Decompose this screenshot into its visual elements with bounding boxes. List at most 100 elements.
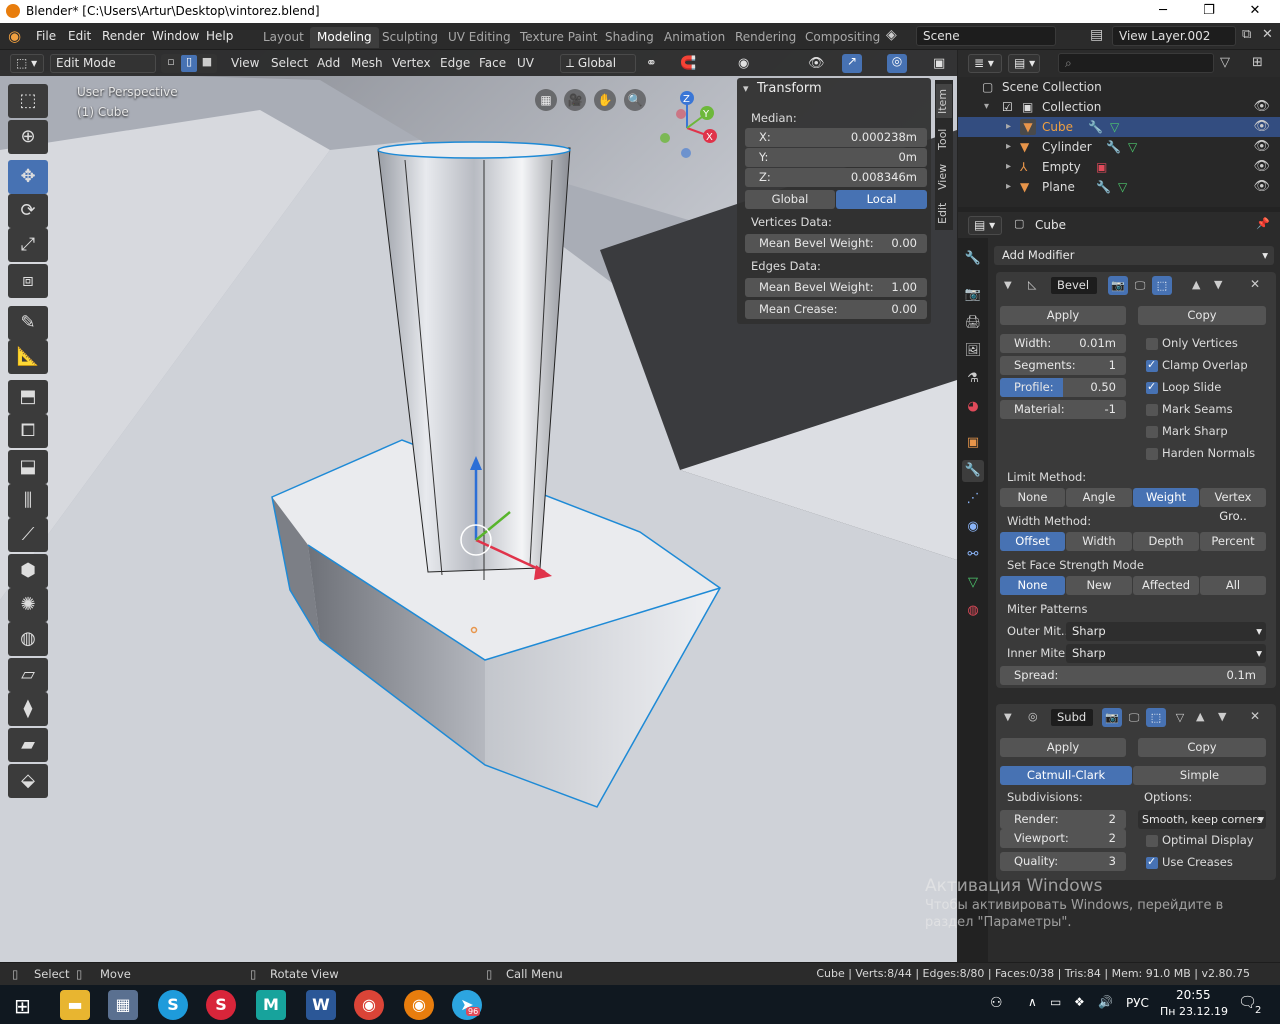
width-percent-button[interactable]: Percent (1200, 532, 1266, 551)
outliner-item-plane[interactable]: ▸ ▼ Plane 🔧 ▽ 👁 (958, 177, 1280, 197)
mode-dropdown[interactable]: Edit Mode (50, 54, 156, 73)
collapse-arrow-icon[interactable]: ▼ (1004, 280, 1012, 291)
harden-normals-checkbox[interactable] (1146, 448, 1158, 460)
remove-view-layer-icon[interactable]: ✕ (1262, 27, 1273, 42)
eye-icon[interactable]: 👁 (1253, 117, 1270, 137)
render-toggle-icon[interactable]: 📷 (1102, 708, 1122, 727)
face-new-button[interactable]: New (1066, 576, 1132, 595)
cursor-tool[interactable]: ⊕ (8, 120, 48, 154)
bevel-copy-button[interactable]: Copy (1138, 306, 1266, 325)
maya-icon[interactable]: M (256, 990, 286, 1020)
limit-angle-button[interactable]: Angle (1066, 488, 1132, 507)
menu-window[interactable]: Window (152, 29, 199, 43)
filter-icon[interactable]: ▽ (1220, 55, 1230, 70)
tab-shading[interactable]: Shading (598, 27, 661, 48)
scene-icon[interactable]: ◈ (886, 27, 897, 43)
tab-uv-editing[interactable]: UV Editing (441, 27, 518, 48)
tab-compositing[interactable]: Compositing (798, 27, 887, 48)
windows-start-icon[interactable]: ⊞ (14, 994, 31, 1018)
loop-cut-tool[interactable]: ⫼ (8, 484, 48, 518)
inner-miter-dropdown[interactable]: Sharp ▾ (1066, 644, 1266, 663)
median-z-field[interactable]: Z: 0.008346m (745, 168, 927, 187)
remove-modifier-icon[interactable]: ✕ (1250, 709, 1260, 723)
maximize-button[interactable]: ❐ (1186, 0, 1232, 23)
menu-help[interactable]: Help (206, 29, 233, 43)
volume-icon[interactable]: 🔊 (1098, 995, 1113, 1009)
blender-taskbar-icon[interactable]: ◉ (404, 990, 434, 1020)
render-levels-field[interactable]: Render: 2 (1000, 810, 1126, 829)
people-icon[interactable]: ⚇ (990, 995, 1003, 1011)
move-down-icon[interactable]: ▼ (1214, 278, 1222, 291)
physics-tab-icon[interactable]: ◉ (962, 516, 984, 538)
catmull-clark-button[interactable]: Catmull-Clark (1000, 766, 1132, 785)
width-field[interactable]: Width: 0.01m (1000, 334, 1126, 353)
language-indicator[interactable]: РУС (1126, 996, 1149, 1010)
rip-tool[interactable]: ⬙ (8, 764, 48, 798)
file-explorer-icon[interactable]: ▬ (60, 990, 90, 1020)
menu-select[interactable]: Select (271, 54, 308, 73)
world-tab-icon[interactable]: ◕ (962, 396, 984, 418)
edge-select-icon[interactable]: ▯ (181, 55, 197, 72)
tab-edit[interactable]: Edit (936, 198, 952, 228)
quality-field[interactable]: Quality: 3 (1000, 852, 1126, 871)
scene-collection-row[interactable]: ▢ Scene Collection (958, 77, 1280, 97)
object-tab-icon[interactable]: ▣ (962, 432, 984, 454)
inset-tool[interactable]: ⧠ (8, 414, 48, 448)
clock-date[interactable]: Пн 23.12.19 (1160, 1005, 1228, 1018)
profile-slider[interactable]: Profile: 0.50 (1000, 378, 1126, 397)
vertex-bevel-weight-field[interactable]: Mean Bevel Weight: 0.00 (745, 234, 927, 253)
minimize-button[interactable]: ─ (1140, 0, 1186, 23)
properties-editor-type[interactable]: ▤ ▾ (968, 216, 1002, 235)
width-offset-button[interactable]: Offset (1000, 532, 1065, 551)
outliner-item-cylinder[interactable]: ▸ ▼ Cylinder 🔧 ▽ 👁 (958, 137, 1280, 157)
pan-hand-icon[interactable]: ✋ (594, 89, 616, 111)
limit-weight-button[interactable]: Weight (1133, 488, 1199, 507)
tab-item[interactable]: Item (936, 84, 952, 118)
viewport-levels-field[interactable]: Viewport: 2 (1000, 829, 1126, 848)
menu-add[interactable]: Add (317, 54, 340, 73)
menu-vertex[interactable]: Vertex (392, 54, 431, 73)
new-collection-icon[interactable]: ⊞ (1252, 55, 1263, 70)
editor-type-dropdown[interactable]: ⬚ ▾ (10, 54, 44, 73)
edge-bevel-weight-field[interactable]: Mean Bevel Weight: 1.00 (745, 278, 927, 297)
collapse-arrow-icon[interactable]: ▼ (1004, 712, 1012, 723)
optimal-display-checkbox[interactable] (1146, 835, 1158, 847)
expand-arrow-icon[interactable]: ▸ (1006, 177, 1011, 197)
knife-tool[interactable]: ⟋ (8, 518, 48, 552)
overlay-toggle-icon[interactable]: ◎ (887, 54, 907, 73)
subd-name-field[interactable]: Subd (1050, 708, 1094, 727)
width-depth-button[interactable]: Depth (1133, 532, 1199, 551)
outliner-item-cube[interactable]: ▸ ▼ Cube 🔧 ▽ 👁 (958, 117, 1280, 137)
measure-tool[interactable]: 📐 (8, 340, 48, 374)
modifier-tab-icon[interactable]: 🔧 (962, 460, 984, 482)
expand-arrow-icon[interactable]: ▸ (1006, 117, 1011, 137)
skype-icon[interactable]: S (158, 990, 188, 1020)
output-tab-icon[interactable]: 🖨 (962, 312, 984, 334)
tab-tool[interactable]: Tool (936, 122, 952, 156)
mark-seams-checkbox[interactable] (1146, 404, 1158, 416)
tab-sculpting[interactable]: Sculpting (375, 27, 445, 48)
clock-time[interactable]: 20:55 (1176, 988, 1211, 1002)
extrude-tool[interactable]: ⬒ (8, 380, 48, 414)
menu-render[interactable]: Render (102, 29, 145, 43)
bevel-apply-button[interactable]: Apply (1000, 306, 1126, 325)
expand-arrow-icon[interactable]: ▸ (1006, 157, 1011, 177)
poly-build-tool[interactable]: ⬢ (8, 554, 48, 588)
tab-layout[interactable]: Layout (256, 27, 311, 48)
display-mode-dropdown[interactable]: ▤ ▾ (1008, 54, 1040, 73)
spin-tool[interactable]: ✺ (8, 588, 48, 622)
add-modifier-dropdown[interactable]: Add Modifier ▾ (994, 246, 1274, 265)
dropbox-icon[interactable]: ❖ (1074, 995, 1085, 1009)
limit-none-button[interactable]: None (1000, 488, 1065, 507)
move-down-icon[interactable]: ▼ (1218, 710, 1226, 723)
expand-arrow-icon[interactable]: ▸ (1006, 137, 1011, 157)
xray-icon[interactable]: ▣ (933, 54, 945, 73)
pin-icon[interactable]: 📌 (1256, 217, 1270, 230)
network-icon[interactable]: ▭ (1050, 995, 1061, 1009)
material-field[interactable]: Material: -1 (1000, 400, 1126, 419)
bevel-tool[interactable]: ⬓ (8, 450, 48, 484)
local-button[interactable]: Local (836, 190, 927, 209)
gizmo-toggle-icon[interactable]: ↗ (842, 54, 862, 73)
subd-apply-button[interactable]: Apply (1000, 738, 1126, 757)
orientation-dropdown[interactable]: ⟂ Global (560, 54, 636, 73)
